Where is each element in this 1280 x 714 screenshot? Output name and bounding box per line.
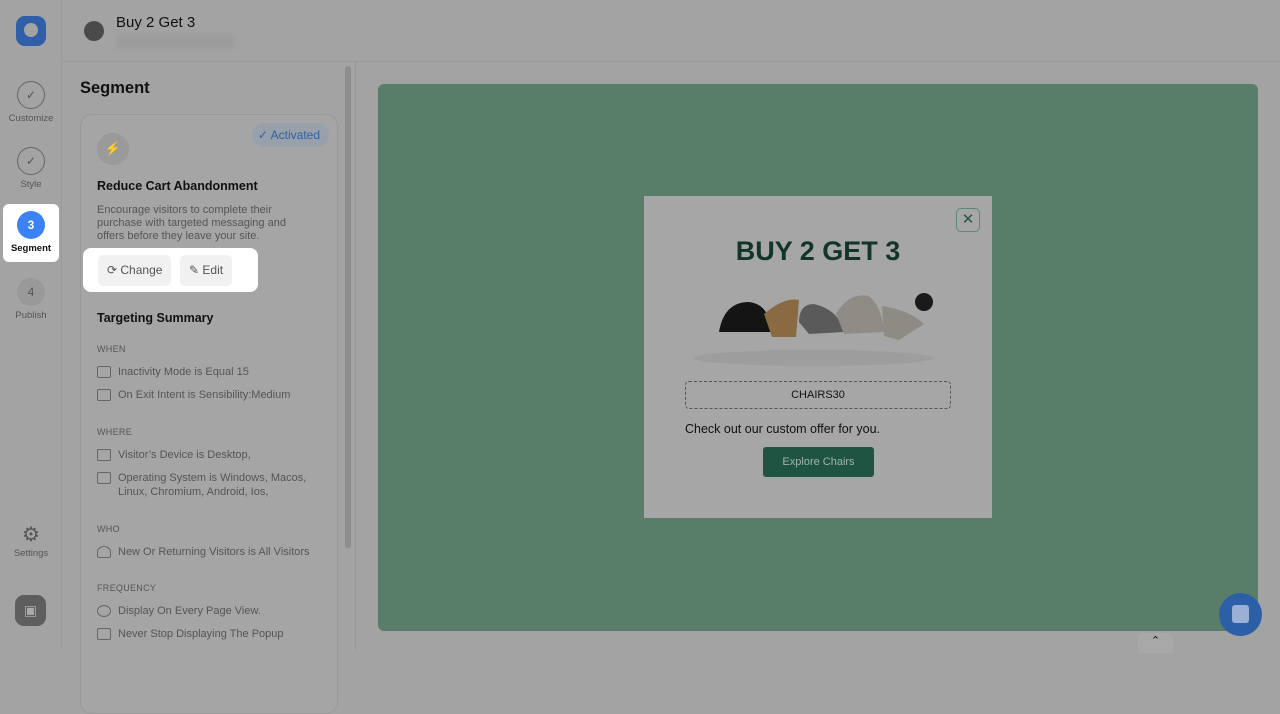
step-customize[interactable]: ✓ Customize [0,81,62,124]
segment-description: Encourage visitors to complete their pur… [97,204,286,242]
users-icon [97,546,111,558]
terminal-icon [97,628,111,640]
step-label: Segment [10,243,52,254]
refresh-icon: ⟳ [107,263,121,277]
segment-title: Reduce Cart Abandonment [97,179,258,193]
app-logo[interactable] [16,16,46,46]
list-item: Never Stop Displaying The Popup [97,627,284,641]
left-rail: ✓ Customize ✓ Style 3 Segment 4 Publish ⚙ Set… [0,0,62,650]
segment-panel: Segment ✓ Activated ⚡ Reduce Cart Abando… [62,62,356,714]
action-buttons: ⟳ Change ✎ Edit [83,248,258,292]
coupon-code[interactable]: CHAIRS30 [685,381,951,409]
item-text: New Or Returning Visitors is All Visitor… [118,546,310,558]
check-circle-icon: ✓ [257,128,271,142]
status-badge: ✓ Activated [251,123,329,147]
history-icon [97,605,111,617]
page-title: Buy 2 Get 3 [116,14,196,31]
check-icon: ✓ [17,147,45,175]
blurred-url [116,35,234,49]
step-style[interactable]: ✓ Style [0,147,62,190]
check-icon: ✓ [17,81,45,109]
chevron-up-icon[interactable]: ⌃ [1138,633,1173,653]
settings-label: Settings [13,548,49,559]
monitor-icon [97,389,111,401]
change-button[interactable]: ⟳ Change [98,255,172,286]
popup-title: BUY 2 GET 3 [735,236,901,266]
bolt-icon: ⚡ [97,133,129,165]
settings-button[interactable]: ⚙ Settings [0,522,62,559]
list-item: On Exit Intent is Sensibility:Medium [97,388,290,402]
list-item: Display On Every Page View. [97,604,261,618]
header: Buy 2 Get 3 [62,0,1280,62]
list-item: Visitor’s Device is Desktop, [97,448,251,462]
step-publish[interactable]: 4 Publish [0,278,62,321]
section-heading: WHEN [97,344,126,354]
step-label: Publish [15,310,47,321]
close-icon[interactable]: ✕ [956,208,980,232]
list-item: New Or Returning Visitors is All Visitor… [97,545,310,559]
section-heading: FREQUENCY [97,583,157,593]
briefcase-icon[interactable]: ▣ [15,595,46,626]
globe-icon [84,21,104,41]
step-segment[interactable]: 3 Segment [3,204,59,262]
edit-label: Edit [202,263,224,277]
step-label: Style [20,179,42,190]
section-heading: WHO [97,524,120,534]
change-label: Change [120,263,163,277]
explore-chairs-button[interactable]: Explore Chairs [763,447,874,477]
popup-preview: ✕ BUY 2 GET 3 CHAIRS30 Check out our cus… [644,196,992,518]
copy-icon [97,366,111,378]
panel-scrollbar[interactable] [345,66,351,548]
segment-card: ✓ Activated ⚡ Reduce Cart Abandonment En… [80,114,338,714]
status-text: Activated [270,128,320,142]
item-text: On Exit Intent is Sensibility:Medium [118,389,291,401]
list-item: Operating System is Windows, Macos, Linu… [97,471,327,499]
chairs-image [694,293,934,366]
item-text: Inactivity Mode is Equal 15 [118,366,249,378]
offer-text: Check out our custom offer for you. [685,422,881,436]
targeting-summary-title: Targeting Summary [97,311,214,325]
item-text: Never Stop Displaying The Popup [118,628,284,640]
section-heading: WHERE [97,427,132,437]
chat-icon[interactable] [1219,593,1262,636]
step-number: 3 [17,211,45,239]
laptop-gear-icon [97,472,111,484]
gear-icon: ⚙ [22,524,40,546]
pencil-icon: ✎ [189,263,203,277]
item-text: Display On Every Page View. [118,605,261,617]
device-icon [97,449,111,461]
panel-title: Segment [80,79,150,97]
step-label: Customize [8,113,54,124]
edit-button[interactable]: ✎ Edit [180,255,233,286]
list-item: Inactivity Mode is Equal 15 [97,365,249,379]
item-text: Visitor’s Device is Desktop, [118,449,251,461]
item-text: Operating System is Windows, Macos, Linu… [118,472,307,498]
step-number: 4 [17,278,45,306]
